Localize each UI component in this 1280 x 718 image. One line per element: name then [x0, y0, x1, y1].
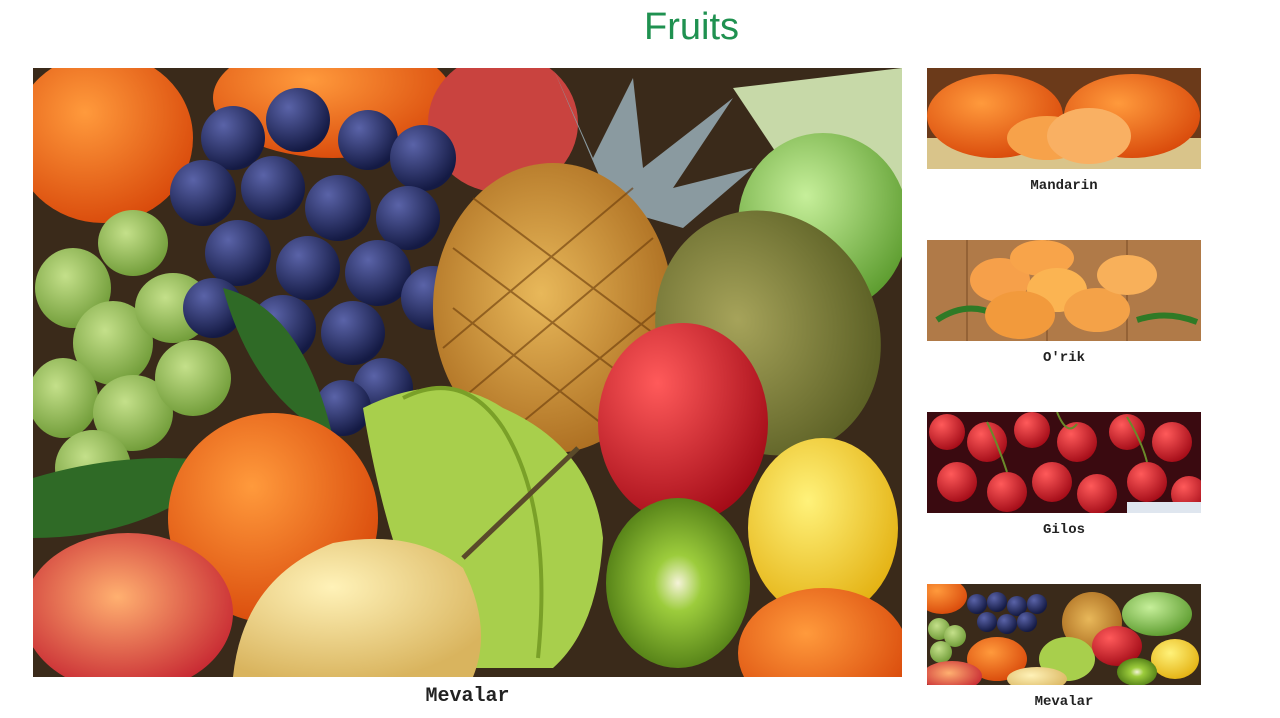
thumbnail-caption: Mevalar: [1034, 694, 1094, 710]
thumbnail-caption: Gilos: [1042, 522, 1085, 538]
thumbnail-fruit-mix[interactable]: Mevalar: [927, 584, 1201, 710]
main-caption: Mevalar: [425, 685, 510, 708]
page-title: Fruits: [644, 6, 739, 48]
fruit-mix-thumbnail-image[interactable]: [927, 584, 1201, 685]
fruit-mix-image[interactable]: [33, 68, 902, 677]
cherry-image[interactable]: [927, 412, 1201, 513]
thumbnail-cherry[interactable]: Gilos: [927, 412, 1201, 538]
thumbnail-caption: O'rik: [1042, 350, 1085, 366]
thumbnail-caption: Mandarin: [1030, 178, 1098, 194]
apricot-image[interactable]: [927, 240, 1201, 341]
thumbnail-mandarin[interactable]: Mandarin: [927, 68, 1201, 194]
thumbnail-apricot[interactable]: O'rik: [927, 240, 1201, 366]
main-figure: Mevalar: [33, 68, 902, 708]
mandarin-image[interactable]: [927, 68, 1201, 169]
